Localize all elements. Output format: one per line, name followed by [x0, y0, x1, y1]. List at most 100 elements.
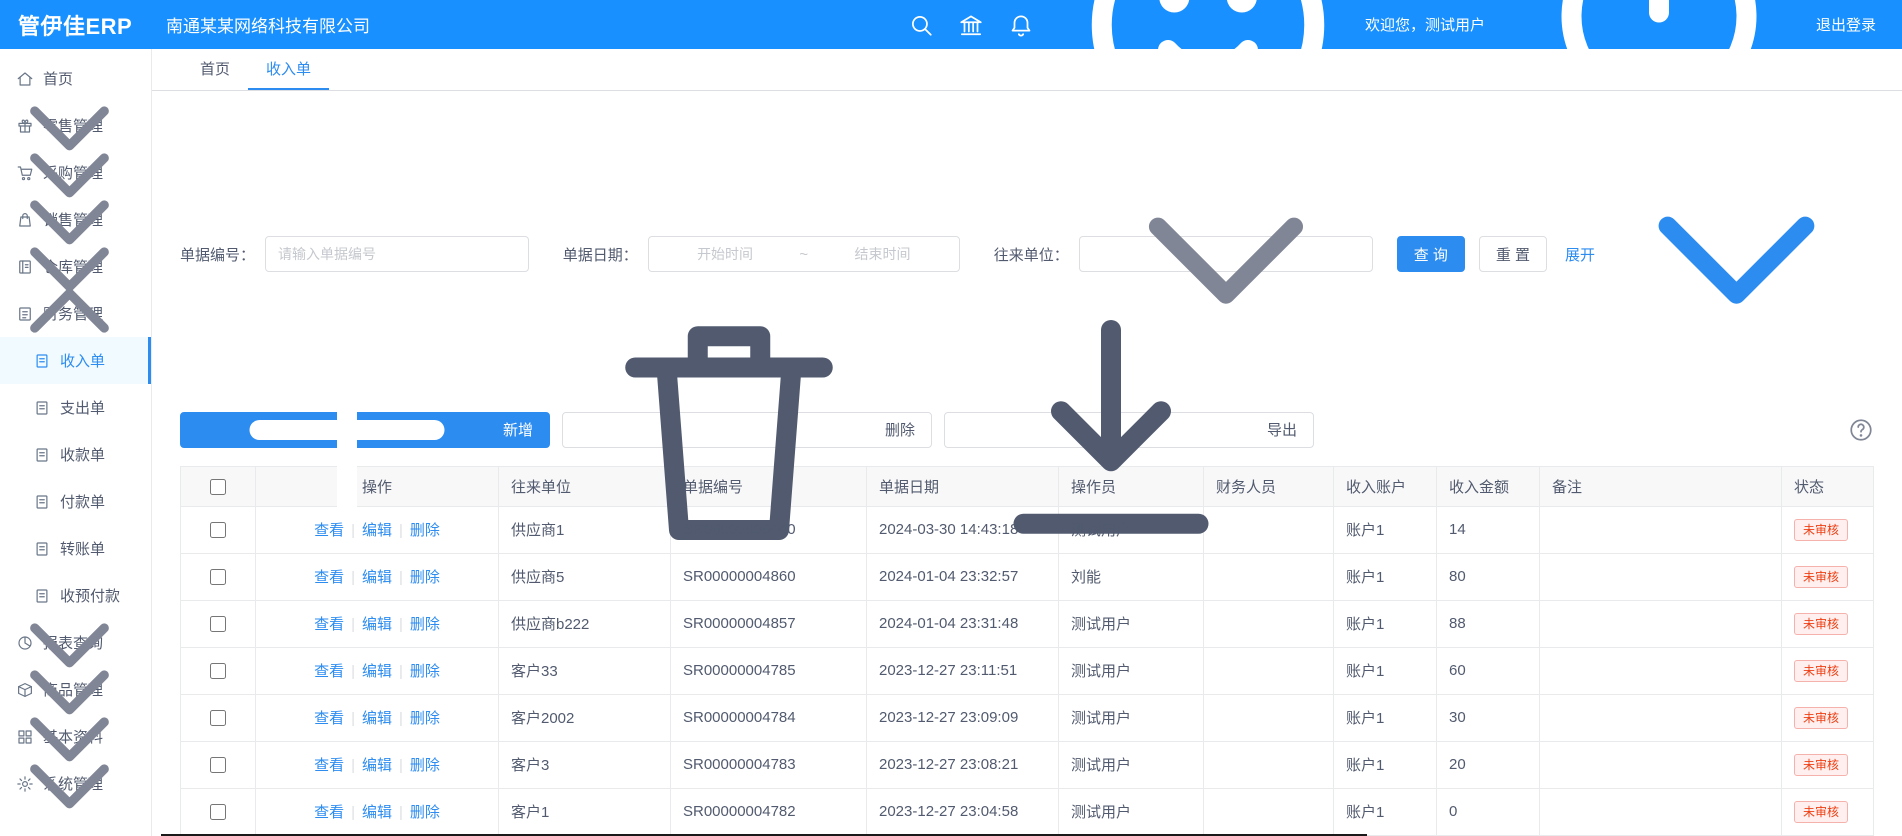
status-cell: 未审核	[1782, 788, 1874, 835]
date-end-input[interactable]	[812, 246, 953, 262]
row-checkbox[interactable]	[210, 522, 226, 538]
bill-no-cell: SR00000004784	[671, 694, 867, 741]
partner-cell: 客户33	[499, 647, 671, 694]
sidebar-item-system[interactable]: 系统管理	[0, 760, 151, 807]
sidebar-item-income-bill[interactable]: 收入单	[0, 337, 151, 384]
edit-link[interactable]: 编辑	[362, 757, 392, 774]
view-link[interactable]: 查看	[314, 804, 344, 821]
date-cell: 2023-12-27 23:11:51	[867, 647, 1059, 694]
view-link[interactable]: 查看	[314, 663, 344, 680]
sidebar-item-finance[interactable]: 财务管理	[0, 290, 151, 337]
edit-link[interactable]: 编辑	[362, 804, 392, 821]
remark-cell	[1540, 647, 1782, 694]
finance-cell	[1204, 741, 1334, 788]
help-icon[interactable]	[1848, 417, 1874, 443]
sidebar-item-transfer-bill[interactable]: 转账单	[0, 525, 151, 572]
row-checkbox[interactable]	[210, 804, 226, 820]
date-start-input[interactable]	[655, 246, 796, 262]
edit-link[interactable]: 编辑	[362, 616, 392, 633]
delete-link[interactable]: 删除	[410, 616, 440, 633]
delete-link[interactable]: 删除	[410, 569, 440, 586]
search-button[interactable]: 查 询	[1397, 236, 1465, 272]
doc-icon	[33, 540, 51, 558]
status-cell: 未审核	[1782, 741, 1874, 788]
sidebar: 首页 零售管理 采购管理 销售管理 仓库管理 财务管理 收入单 支出单 收款单 …	[0, 49, 152, 836]
amount-cell: 20	[1437, 741, 1540, 788]
remark-cell	[1540, 553, 1782, 600]
view-link[interactable]: 查看	[314, 522, 344, 539]
account-cell: 账户1	[1334, 600, 1437, 647]
doc-icon	[33, 399, 51, 417]
tab-home[interactable]: 首页	[182, 49, 248, 90]
logout-label: 退出登录	[1816, 14, 1876, 35]
remark-cell	[1540, 788, 1782, 835]
amount-cell: 80	[1437, 553, 1540, 600]
partner-select[interactable]	[1079, 236, 1373, 272]
date-range-picker[interactable]: ~	[648, 236, 960, 272]
search-icon[interactable]	[908, 12, 934, 38]
remark-cell	[1540, 694, 1782, 741]
status-cell: 未审核	[1782, 647, 1874, 694]
add-button[interactable]: 新增	[180, 412, 550, 448]
operator-cell: 测试用户	[1059, 647, 1204, 694]
delete-button[interactable]: 删除	[562, 412, 932, 448]
sidebar-item-label: 付款单	[60, 491, 105, 512]
account-cell: 账户1	[1334, 741, 1437, 788]
row-checkbox[interactable]	[210, 663, 226, 679]
remark-cell	[1540, 600, 1782, 647]
column-header: 收入账户	[1334, 466, 1437, 506]
select-all-checkbox[interactable]	[210, 479, 226, 495]
remark-cell	[1540, 506, 1782, 553]
reset-button[interactable]: 重 置	[1479, 236, 1547, 272]
account-cell: 账户1	[1334, 647, 1437, 694]
tab-income-bill[interactable]: 收入单	[248, 49, 329, 90]
expand-link[interactable]: 展开	[1565, 117, 1874, 392]
view-link[interactable]: 查看	[314, 569, 344, 586]
sidebar-item-expense-bill[interactable]: 支出单	[0, 384, 151, 431]
row-checkbox[interactable]	[210, 569, 226, 585]
bell-icon[interactable]	[1008, 12, 1034, 38]
operator-cell: 测试用户	[1059, 694, 1204, 741]
status-badge: 未审核	[1794, 519, 1848, 541]
delete-link[interactable]: 删除	[410, 663, 440, 680]
status-badge: 未审核	[1794, 613, 1848, 635]
bill-no-input[interactable]	[265, 236, 529, 272]
company-name: 南通某某网络科技有限公司	[166, 12, 370, 37]
partner-cell: 供应商b222	[499, 600, 671, 647]
sidebar-item-receipt-bill[interactable]: 收款单	[0, 431, 151, 478]
finance-cell	[1204, 694, 1334, 741]
amount-cell: 30	[1437, 694, 1540, 741]
finance-cell	[1204, 788, 1334, 835]
date-cell: 2023-12-27 23:09:09	[867, 694, 1059, 741]
sidebar-item-payment-bill[interactable]: 付款单	[0, 478, 151, 525]
column-header: 收入金额	[1437, 466, 1540, 506]
edit-link[interactable]: 编辑	[362, 663, 392, 680]
erp-app: 管伊佳ERP 南通某某网络科技有限公司 欢迎您，测试用户 退出登录 首页 零售管…	[0, 0, 1902, 836]
bank-icon[interactable]	[958, 12, 984, 38]
actions-cell: 查看|编辑|删除	[256, 694, 499, 741]
view-link[interactable]: 查看	[314, 710, 344, 727]
view-link[interactable]: 查看	[314, 616, 344, 633]
delete-link[interactable]: 删除	[410, 757, 440, 774]
export-button[interactable]: 导出	[944, 412, 1314, 448]
bill-no-cell: SR00000004785	[671, 647, 867, 694]
account-cell: 账户1	[1334, 553, 1437, 600]
row-checkbox[interactable]	[210, 757, 226, 773]
content: 单据编号： 单据日期： ~ 往来单位： 查 询 重 置	[152, 91, 1902, 836]
edit-link[interactable]: 编辑	[362, 710, 392, 727]
row-select-cell	[181, 788, 256, 835]
status-cell: 未审核	[1782, 506, 1874, 553]
delete-link[interactable]: 删除	[410, 522, 440, 539]
partner-label: 往来单位：	[994, 244, 1069, 265]
edit-link[interactable]: 编辑	[362, 522, 392, 539]
row-checkbox[interactable]	[210, 616, 226, 632]
add-label: 新增	[503, 419, 533, 440]
delete-link[interactable]: 删除	[410, 804, 440, 821]
top-header: 管伊佳ERP 南通某某网络科技有限公司 欢迎您，测试用户 退出登录	[0, 0, 1902, 49]
view-link[interactable]: 查看	[314, 757, 344, 774]
status-badge: 未审核	[1794, 754, 1848, 776]
delete-link[interactable]: 删除	[410, 710, 440, 727]
bill-no-cell: SR00000004783	[671, 741, 867, 788]
row-checkbox[interactable]	[210, 710, 226, 726]
edit-link[interactable]: 编辑	[362, 569, 392, 586]
